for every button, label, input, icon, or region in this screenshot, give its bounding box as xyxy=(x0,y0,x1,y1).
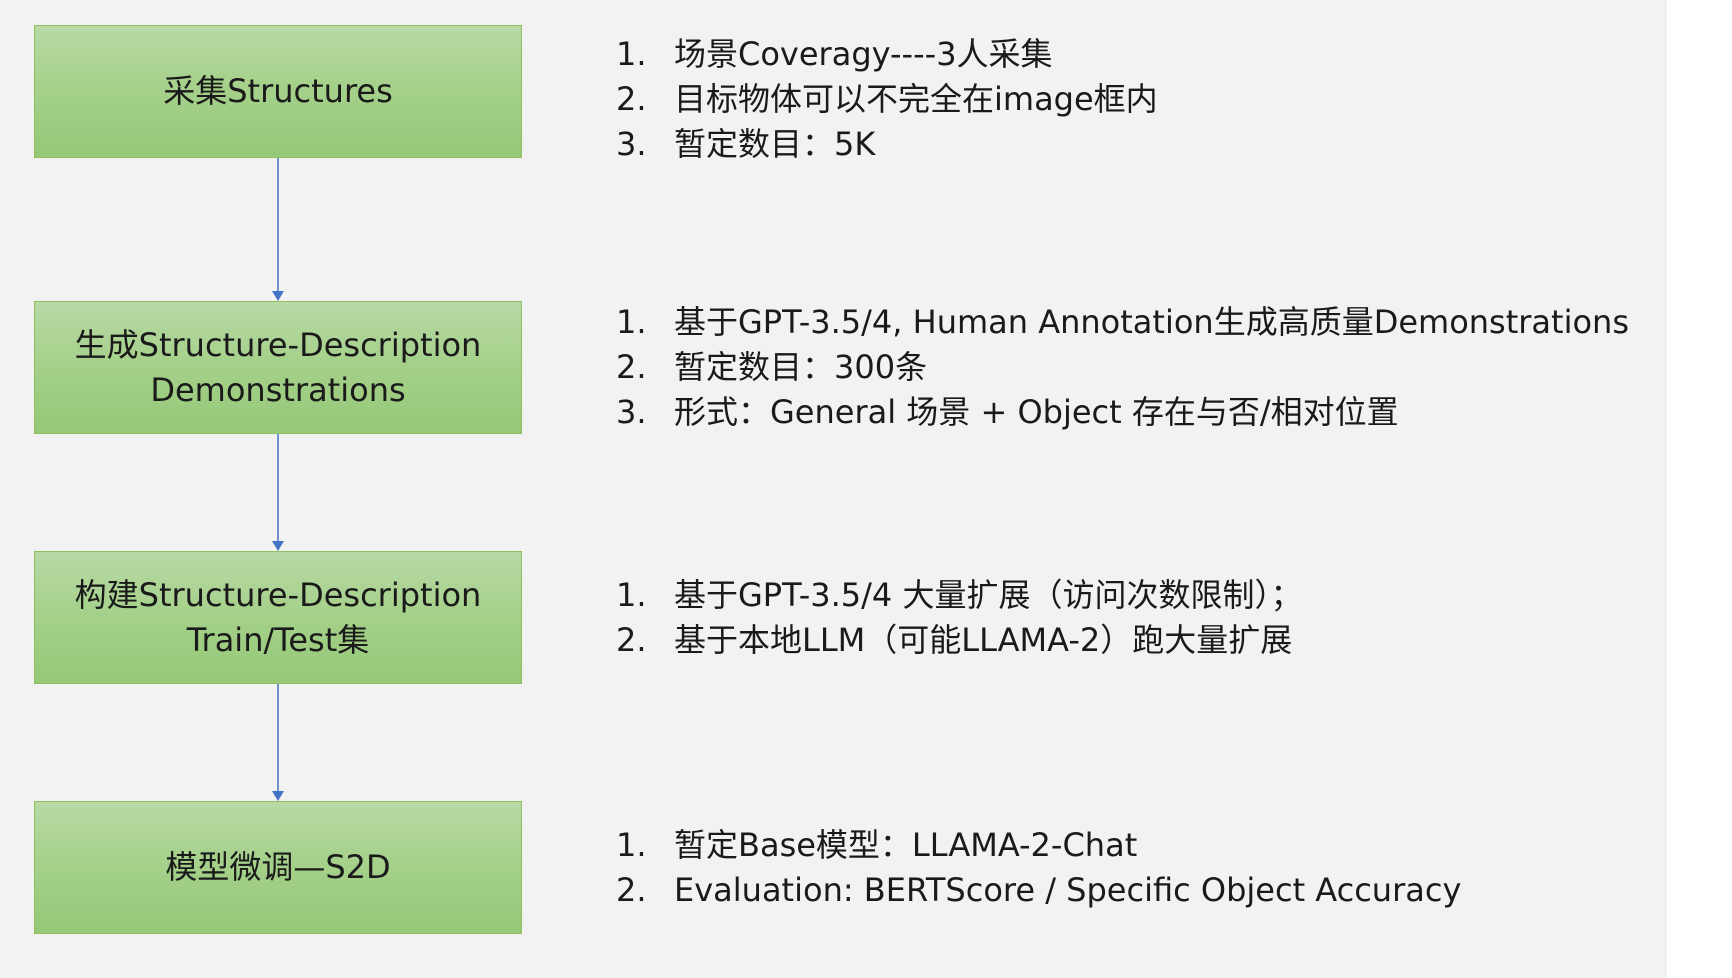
item-text: 暂定数目：300条 xyxy=(674,348,928,386)
item-text: 基于本地LLM（可能LLAMA-2）跑大量扩展 xyxy=(674,621,1293,659)
item-number: 1. xyxy=(616,576,647,614)
item-text: 暂定数目：5K xyxy=(674,125,876,163)
stage-4-steps: 1. 暂定Base模型：LLAMA-2-Chat 2. Evaluation: BE… xyxy=(616,823,1461,913)
item-number: 2. xyxy=(616,80,647,118)
list-item: 2. 暂定数目：300条 xyxy=(616,345,1629,390)
stage-label: 模型微调—S2D xyxy=(165,848,391,886)
item-text: 基于GPT-3.5/4 大量扩展（访问次数限制）； xyxy=(674,576,1303,614)
item-text: 形式：General 场景 + Object 存在与否/相对位置 xyxy=(674,393,1399,431)
stage-box-generate: 生成Structure-Description Demonstrations xyxy=(34,301,522,434)
list-item: 1. 暂定Base模型：LLAMA-2-Chat xyxy=(616,823,1461,868)
item-text: Evaluation: BERTScore / Specific Object … xyxy=(674,871,1462,909)
item-number: 2. xyxy=(616,621,647,659)
item-text: 暂定Base模型：LLAMA-2-Chat xyxy=(674,826,1138,864)
list-item: 1. 场景Coveragy----3人采集 xyxy=(616,32,1158,77)
arrow-3-to-4 xyxy=(272,684,284,801)
list-item: 2. Evaluation: BERTScore / Specific Objec… xyxy=(616,868,1461,913)
stage-box-collect: 采集Structures xyxy=(34,25,522,158)
list-item: 2. 基于本地LLM（可能LLAMA-2）跑大量扩展 xyxy=(616,618,1302,663)
item-number: 2. xyxy=(616,871,647,909)
item-text: 基于GPT-3.5/4, Human Annotation生成高质量Demons… xyxy=(674,303,1630,341)
arrow-2-to-3 xyxy=(272,434,284,551)
arrow-1-to-2 xyxy=(272,158,284,301)
stage-2-steps: 1. 基于GPT-3.5/4, Human Annotation生成高质量Demo… xyxy=(616,300,1629,435)
stage-1-steps: 1. 场景Coveragy----3人采集 2. 目标物体可以不完全在image框内… xyxy=(616,32,1158,167)
item-number: 1. xyxy=(616,35,647,73)
list-item: 2. 目标物体可以不完全在image框内 xyxy=(616,77,1158,122)
item-number: 2. xyxy=(616,348,647,386)
list-item: 1. 基于GPT-3.5/4, Human Annotation生成高质量Demo… xyxy=(616,300,1629,345)
item-number: 3. xyxy=(616,125,647,163)
stage-label: 采集Structures xyxy=(163,72,393,110)
stage-box-finetune: 模型微调—S2D xyxy=(34,801,522,934)
stage-3-steps: 1. 基于GPT-3.5/4 大量扩展（访问次数限制）； 2. 基于本地LLM（可能… xyxy=(616,573,1302,663)
slide-canvas: 采集Structures 生成Structure-Description Dem… xyxy=(0,0,1667,978)
item-number: 1. xyxy=(616,303,647,341)
list-item: 3. 暂定数目：5K xyxy=(616,122,1158,167)
item-number: 1. xyxy=(616,826,647,864)
list-item: 1. 基于GPT-3.5/4 大量扩展（访问次数限制）； xyxy=(616,573,1302,618)
item-text: 场景Coveragy----3人采集 xyxy=(674,35,1053,73)
stage-box-build: 构建Structure-Description Train/Test集 xyxy=(34,551,522,684)
item-text: 目标物体可以不完全在image框内 xyxy=(674,80,1158,118)
list-item: 3. 形式：General 场景 + Object 存在与否/相对位置 xyxy=(616,390,1629,435)
stage-label: 生成Structure-Description Demonstrations xyxy=(74,325,482,409)
item-number: 3. xyxy=(616,393,647,431)
stage-label: 构建Structure-Description Train/Test集 xyxy=(74,575,482,659)
